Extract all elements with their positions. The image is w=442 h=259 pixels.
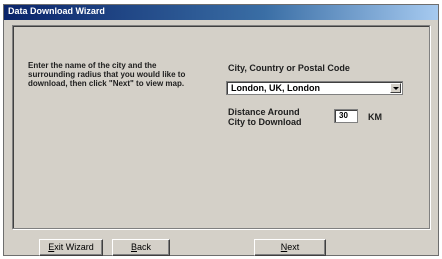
window-title: Data Download Wizard: [8, 6, 105, 16]
distance-label: Distance Around City to Download: [228, 107, 302, 127]
distance-unit: KM: [368, 112, 382, 122]
next-label: ext: [287, 242, 300, 252]
exit-wizard-label: xit Wizard: [54, 242, 94, 252]
instructions-text: Enter the name of the city and the surro…: [28, 61, 186, 88]
next-button[interactable]: Next: [254, 239, 326, 256]
wizard-window: Data Download Wizard Enter the name of t…: [3, 4, 439, 256]
city-label: City, Country or Postal Code: [228, 63, 350, 73]
distance-input[interactable]: 30: [334, 109, 358, 123]
back-button[interactable]: Back: [112, 239, 170, 256]
chevron-down-icon[interactable]: [390, 83, 401, 93]
city-combobox[interactable]: London, UK, London: [226, 81, 403, 95]
wizard-content-panel: [12, 25, 430, 229]
back-label: ack: [137, 242, 152, 252]
title-bar[interactable]: Data Download Wizard: [4, 5, 438, 20]
exit-wizard-button[interactable]: Exit Wizard: [39, 239, 103, 256]
city-selected-value: London, UK, London: [231, 83, 320, 93]
